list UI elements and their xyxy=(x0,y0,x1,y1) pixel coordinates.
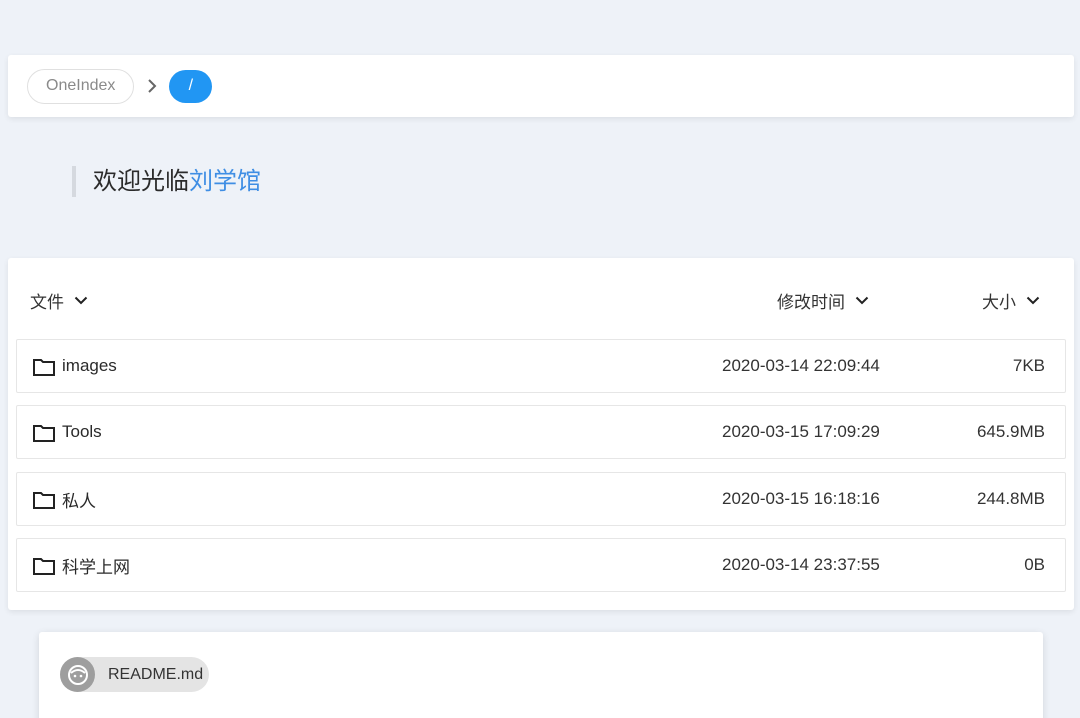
welcome-prefix: 欢迎光临 xyxy=(93,168,189,195)
folder-icon xyxy=(33,557,55,580)
file-size: 645.9MB xyxy=(976,422,1045,441)
breadcrumb-current[interactable]: / xyxy=(169,69,213,103)
file-name: images xyxy=(62,356,117,375)
welcome-site-name: 刘学馆 xyxy=(189,168,261,195)
file-modified: 2020-03-15 16:18:16 xyxy=(722,489,880,508)
list-item[interactable]: Tools 2020-03-15 17:09:29 645.9MB xyxy=(16,405,1066,459)
file-name: Tools xyxy=(62,422,102,441)
column-header-size: 大小 xyxy=(982,293,1016,312)
readme-label: README.md xyxy=(108,665,204,683)
file-modified: 2020-03-14 22:09:44 xyxy=(722,356,880,375)
file-name: 科学上网 xyxy=(62,557,130,577)
breadcrumb-home-link[interactable]: OneIndex xyxy=(27,68,135,104)
column-header-modified: 修改时间 xyxy=(777,293,845,312)
sort-by-modified-button[interactable]: 修改时间 xyxy=(777,288,869,313)
folder-icon xyxy=(33,491,55,514)
sort-by-size-button[interactable]: 大小 xyxy=(982,288,1040,313)
chevron-down-icon xyxy=(1026,296,1040,305)
column-header-file: 文件 xyxy=(30,293,64,312)
list-item[interactable]: 私人 2020-03-15 16:18:16 244.8MB xyxy=(16,472,1066,526)
file-name: 私人 xyxy=(62,491,96,511)
file-list: 文件 修改时间 大小 images 2020-03-14 22:09:44 7K… xyxy=(8,258,1074,610)
folder-icon xyxy=(33,424,55,447)
readme-chip[interactable]: README.md xyxy=(60,657,209,692)
list-item[interactable]: 科学上网 2020-03-14 23:37:55 0B xyxy=(16,538,1066,592)
file-modified: 2020-03-14 23:37:55 xyxy=(722,555,880,574)
chevron-down-icon xyxy=(74,296,88,305)
welcome-heading: 欢迎光临刘学馆 xyxy=(72,166,261,197)
file-size: 7KB xyxy=(1012,356,1045,375)
face-icon xyxy=(60,657,95,692)
sort-by-name-button[interactable]: 文件 xyxy=(30,288,88,313)
chevron-right-icon xyxy=(147,79,157,93)
list-item[interactable]: images 2020-03-14 22:09:44 7KB xyxy=(16,339,1066,393)
file-size: 244.8MB xyxy=(976,489,1045,508)
chevron-down-icon xyxy=(855,296,869,305)
page: OneIndex / 欢迎光临刘学馆 文件 修改时间 大小 images 202… xyxy=(0,0,1080,718)
file-size: 0B xyxy=(1024,555,1045,574)
readme-card: README.md xyxy=(39,632,1043,718)
folder-icon xyxy=(33,358,55,381)
file-modified: 2020-03-15 17:09:29 xyxy=(722,422,880,441)
file-list-header: 文件 修改时间 大小 xyxy=(8,258,1074,338)
breadcrumb: OneIndex / xyxy=(8,55,1074,117)
